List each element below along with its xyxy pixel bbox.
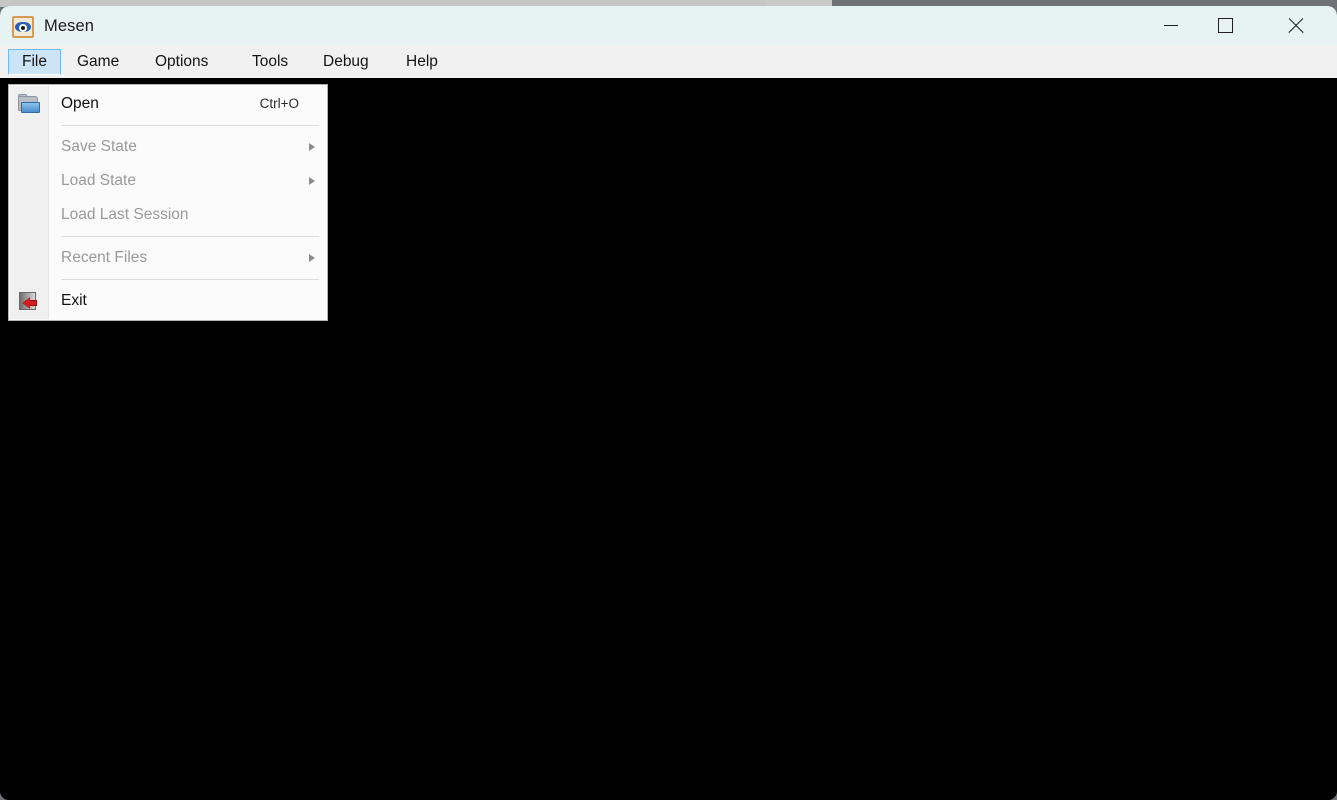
menu-bar: File Game Options Tools Debug Help (0, 45, 1337, 79)
minimize-button[interactable] (1155, 6, 1201, 45)
menu-item-open-shortcut: Ctrl+O (259, 96, 299, 111)
menubar-item-file[interactable]: File (8, 49, 61, 75)
chevron-right-icon (309, 254, 315, 262)
menu-item-save-state-label: Save State (61, 138, 137, 155)
minimize-icon (1164, 25, 1178, 27)
menu-item-load-state-label: Load State (61, 172, 136, 189)
menubar-item-debug-label: Debug (323, 53, 369, 70)
title-bar: Mesen (0, 6, 1337, 45)
mesen-application-window: Mesen File Game Options Tools Debug Help (0, 6, 1337, 800)
menu-item-load-last-session-label: Load Last Session (61, 206, 189, 223)
close-icon (1286, 18, 1302, 34)
menu-item-recent-files[interactable]: Recent Files (9, 241, 327, 275)
file-menu-dropdown: Open Ctrl+O Save State Load State Load L… (8, 84, 328, 321)
menu-item-load-last-session[interactable]: Load Last Session (9, 198, 327, 232)
exit-arrow-tail-shape (29, 300, 37, 306)
menu-separator-2 (61, 236, 319, 237)
menubar-item-help-label: Help (406, 53, 438, 70)
maximize-icon (1218, 18, 1233, 33)
menu-item-recent-files-label: Recent Files (61, 249, 148, 266)
menubar-item-game-label: Game (77, 53, 120, 70)
mesen-eye-icon (12, 16, 34, 38)
menu-item-load-state[interactable]: Load State (9, 164, 327, 198)
close-button[interactable] (1277, 6, 1323, 45)
menu-item-exit[interactable]: Exit (9, 284, 327, 318)
menubar-item-options-label: Options (155, 53, 209, 70)
menu-item-exit-label: Exit (61, 292, 87, 309)
maximize-button[interactable] (1207, 6, 1253, 45)
exit-arrow-shape (22, 297, 30, 309)
menubar-item-options[interactable]: Options (142, 49, 221, 75)
eye-pupil-shape (21, 25, 25, 30)
menubar-item-tools[interactable]: Tools (239, 49, 301, 75)
exit-door-icon (18, 291, 40, 311)
chevron-right-icon (309, 177, 315, 185)
window-title: Mesen (44, 17, 95, 35)
menu-separator-3 (61, 279, 319, 280)
menubar-item-file-label: File (22, 53, 47, 70)
menu-separator-1 (61, 125, 319, 126)
chevron-right-icon (309, 143, 315, 151)
menubar-item-debug[interactable]: Debug (310, 49, 382, 75)
menubar-item-help[interactable]: Help (393, 49, 451, 75)
open-folder-icon (18, 94, 40, 114)
menubar-item-game[interactable]: Game (64, 49, 132, 75)
menu-item-open[interactable]: Open Ctrl+O (9, 87, 327, 121)
menubar-item-tools-label: Tools (252, 53, 289, 70)
folder-front-shape (21, 102, 40, 113)
menu-item-save-state[interactable]: Save State (9, 130, 327, 164)
menu-item-open-label: Open (61, 95, 99, 112)
